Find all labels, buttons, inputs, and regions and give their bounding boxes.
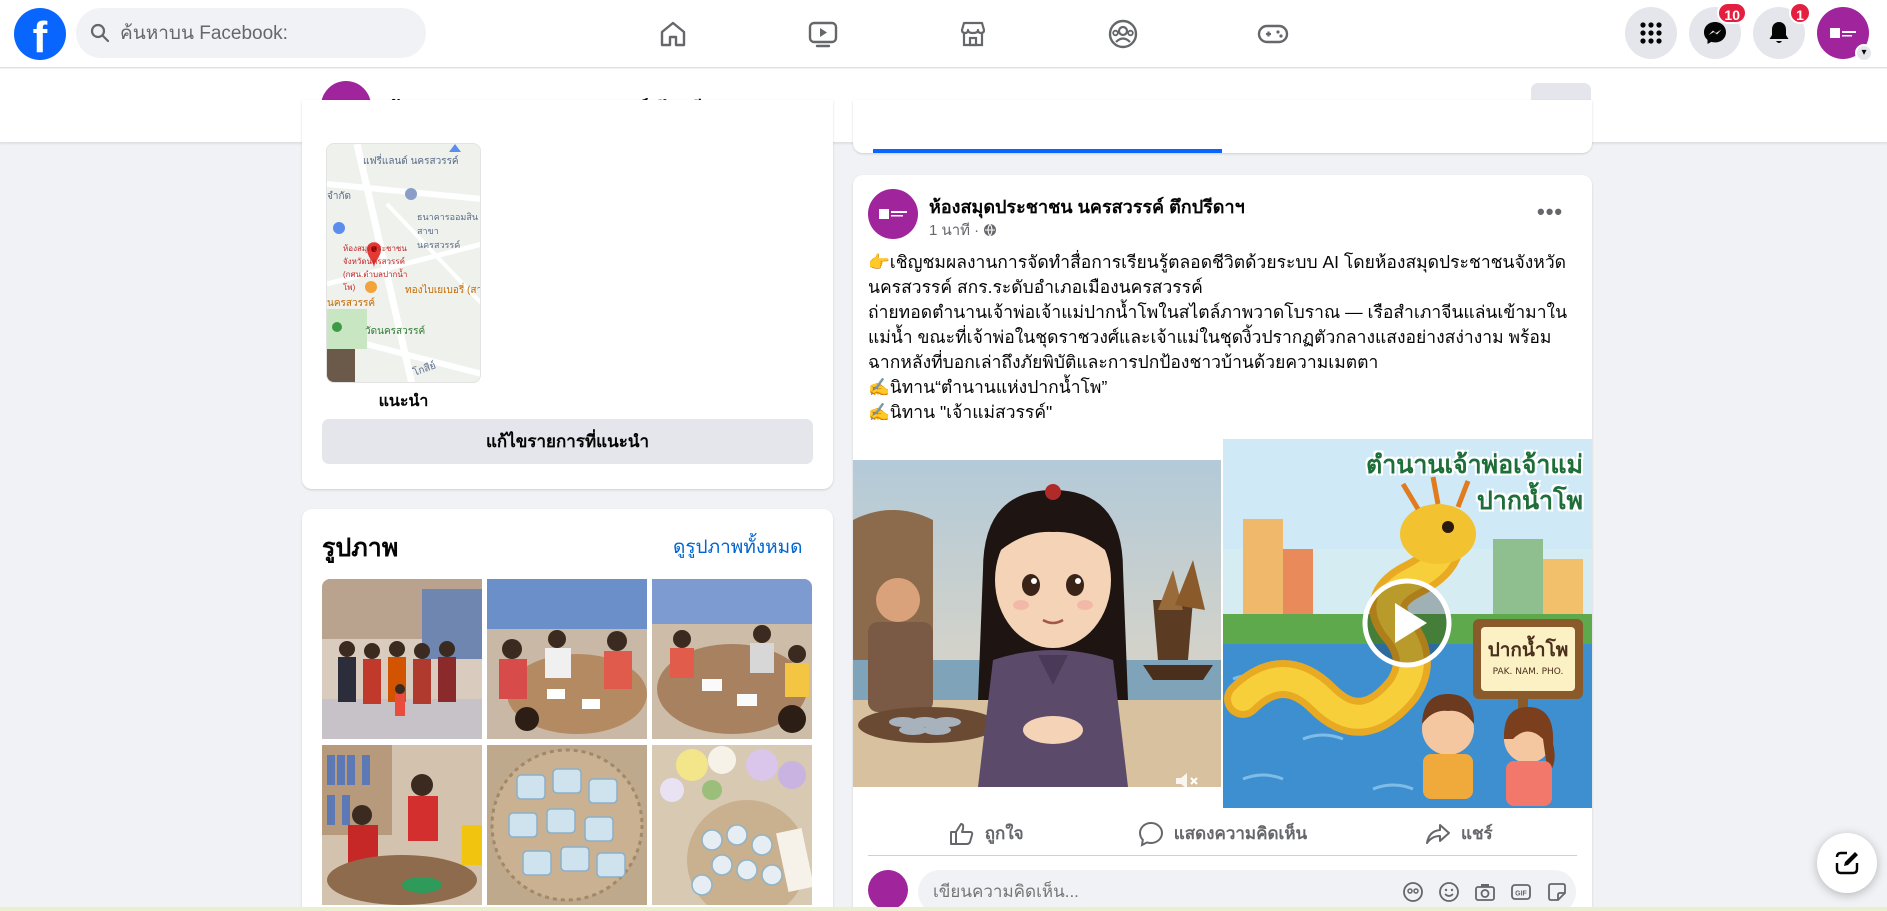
video-icon bbox=[808, 21, 838, 48]
nav-marketplace[interactable] bbox=[898, 0, 1048, 68]
map-label: ธนาคารออมสิน สาขานครสวรรค์ bbox=[417, 212, 478, 250]
post-options-button[interactable]: ••• bbox=[1537, 199, 1563, 225]
messenger-icon bbox=[1704, 22, 1726, 44]
post-timestamp[interactable]: 1 นาที bbox=[929, 218, 970, 242]
messenger-badge: 10 bbox=[1717, 2, 1747, 24]
menu-button[interactable] bbox=[1625, 7, 1677, 59]
comment-tools: GIF bbox=[1402, 881, 1568, 903]
map-label: ห้องสมุดประชาชนจังหวัดนครสวรรค์ (กศน.ตำบ… bbox=[343, 244, 408, 292]
illustration-girl-harbor bbox=[853, 460, 1221, 787]
video-title-overlay: ตำนานเจ้าพ่อเจ้าแม่ ปากน้ำโพ bbox=[1323, 447, 1583, 519]
search-box[interactable]: ค้นหาบน Facebook: bbox=[76, 8, 426, 58]
post-author-avatar[interactable] bbox=[868, 189, 918, 239]
map-label: วัดนครสวรรค์ bbox=[365, 326, 426, 337]
search-icon bbox=[90, 23, 110, 43]
notifications-button[interactable]: 1 bbox=[1753, 2, 1811, 59]
photo-thumbnail[interactable] bbox=[322, 579, 482, 739]
video-sign-text: ปากน้ำโพ bbox=[1487, 639, 1569, 661]
main-nav bbox=[598, 0, 1348, 68]
gif-icon[interactable]: GIF bbox=[1510, 881, 1532, 903]
thumbs-up-icon bbox=[949, 822, 973, 845]
post-text-line: ✍️นิทาน "เจ้าแม่สวรรค์" bbox=[868, 402, 1053, 422]
marketplace-icon bbox=[960, 21, 986, 47]
notifications-badge: 1 bbox=[1789, 2, 1811, 24]
share-button[interactable]: แชร์ bbox=[1341, 812, 1577, 855]
comment-icon bbox=[1138, 821, 1163, 847]
nav-gaming[interactable] bbox=[1198, 0, 1348, 68]
video-title-line: ปากน้ำโพ bbox=[1476, 486, 1583, 515]
post-text-line: ถ่ายทอดตำนานเจ้าพ่อเจ้าแม่ปากน้ำโพในสไตล… bbox=[868, 302, 1568, 372]
video-sign-subtext: PAK. NAM. PHO. bbox=[1492, 667, 1564, 677]
like-label: ถูกใจ bbox=[984, 824, 1024, 843]
share-label: แชร์ bbox=[1461, 824, 1493, 843]
chevron-down-icon[interactable]: ▾ bbox=[1855, 44, 1873, 62]
post-text-line: ✍️นิทาน“ตำนานแห่งปากน้ำโพ” bbox=[868, 377, 1108, 397]
photo-craft-activity bbox=[652, 579, 812, 739]
see-all-photos-link[interactable]: ดูรูปภาพทั้งหมด bbox=[673, 532, 803, 562]
messenger-button[interactable]: 10 bbox=[1689, 2, 1747, 59]
facebook-logo-icon[interactable]: f bbox=[14, 8, 66, 60]
library-logo-icon bbox=[879, 209, 907, 219]
photo-thumbnail[interactable] bbox=[652, 579, 812, 739]
video-progress-bar bbox=[873, 149, 1222, 153]
photo-flower-arrangement bbox=[652, 745, 812, 905]
post-body: 👉เชิญชมผลงานการจัดทำสื่อการเรียนรู้ตลอดช… bbox=[868, 250, 1578, 425]
bottom-strip bbox=[0, 907, 1887, 911]
edit-recommendations-button[interactable]: แก้ไขรายการที่แนะนำ bbox=[322, 419, 813, 464]
photo-craft-activity bbox=[487, 579, 647, 739]
comment-button[interactable]: แสดงความคิดเห็น bbox=[1104, 812, 1340, 855]
search-input[interactable]: ค้นหาบน Facebook: bbox=[120, 18, 288, 48]
previous-post-card bbox=[853, 100, 1592, 153]
comment-label: แสดงความคิดเห็น bbox=[1173, 824, 1308, 843]
photo-library-activity bbox=[322, 745, 482, 905]
bell-icon bbox=[1769, 22, 1789, 43]
commenter-avatar[interactable] bbox=[868, 870, 908, 910]
location-map[interactable]: แฟรี่แลนด์ นครสวรรค์ จำกัด ธนาคารออมสิน … bbox=[326, 143, 481, 383]
grid-menu-icon bbox=[1640, 22, 1662, 44]
home-icon bbox=[660, 21, 686, 47]
new-message-button[interactable] bbox=[1817, 833, 1877, 893]
map-label: แฟรี่แลนด์ นครสวรรค์ bbox=[363, 156, 459, 167]
post-meta: 1 นาที · bbox=[929, 218, 997, 242]
globe-icon bbox=[984, 223, 997, 237]
photo-thumbnail[interactable] bbox=[487, 579, 647, 739]
muted-speaker-icon[interactable] bbox=[1174, 770, 1200, 797]
video-title-line: ตำนานเจ้าพ่อเจ้าแม่ bbox=[1365, 450, 1583, 479]
like-button[interactable]: ถูกใจ bbox=[868, 812, 1104, 855]
avatar-sticker-icon[interactable] bbox=[1402, 881, 1424, 903]
comment-composer: GIF bbox=[868, 870, 1578, 911]
nav-video[interactable] bbox=[748, 0, 898, 68]
map-label: ทองไบเยเบอรี่ (สา bbox=[405, 285, 481, 296]
account-avatar[interactable]: ▾ bbox=[1817, 7, 1873, 62]
photo-group-people bbox=[322, 579, 482, 739]
post-video-thumbnail[interactable]: ตำนานเจ้าพ่อเจ้าแม่ ปากน้ำโพ ปากน้ำโพ PA… bbox=[1223, 439, 1592, 808]
post-text-line: 👉เชิญชมผลงานการจัดทำสื่อการเรียนรู้ตลอดช… bbox=[868, 252, 1567, 297]
post-image-girl[interactable] bbox=[853, 460, 1221, 787]
sticker-icon[interactable] bbox=[1546, 881, 1568, 903]
recommendation-label: แนะนำ bbox=[378, 393, 429, 410]
gaming-icon bbox=[1257, 24, 1289, 44]
svg-text:GIF: GIF bbox=[1515, 891, 1527, 898]
emoji-icon[interactable] bbox=[1438, 881, 1460, 903]
share-icon bbox=[1426, 823, 1450, 844]
account-controls: 10 1 ▾ bbox=[1625, 2, 1873, 62]
groups-icon bbox=[1108, 19, 1138, 49]
library-logo-icon bbox=[1830, 28, 1856, 38]
photo-thumbnail[interactable] bbox=[487, 745, 647, 905]
map-label: นครสวรรค์ bbox=[327, 298, 376, 309]
nav-home[interactable] bbox=[598, 0, 748, 68]
top-navigation-bar: f ค้นหาบน Facebook: 10 1 ▾ bbox=[0, 0, 1887, 68]
photo-thumbnail[interactable] bbox=[322, 745, 482, 905]
nav-groups[interactable] bbox=[1048, 0, 1198, 68]
camera-icon[interactable] bbox=[1474, 881, 1496, 903]
meta-separator: · bbox=[974, 221, 980, 239]
photo-thumbnail[interactable] bbox=[652, 745, 812, 905]
compose-icon bbox=[1835, 851, 1859, 875]
post-author-name[interactable]: ห้องสมุดประชาชน นครสวรรค์ ตึกปรีดาฯ bbox=[929, 192, 1245, 221]
post-actions: ถูกใจ แสดงความคิดเห็น แชร์ bbox=[868, 812, 1577, 856]
map-label: จำกัด bbox=[327, 191, 352, 202]
photos-title: รูปภาพ bbox=[322, 534, 399, 562]
photo-handmade-items bbox=[487, 745, 647, 905]
